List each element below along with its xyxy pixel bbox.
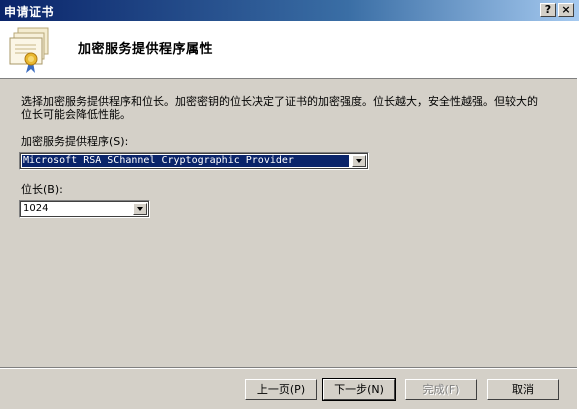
certificate-icon [9, 27, 49, 73]
window-title: 申请证书 [4, 5, 55, 19]
page-heading: 加密服务提供程序属性 [78, 42, 214, 57]
bit-length-label: 位长(B): [21, 183, 63, 196]
bit-length-dropdown[interactable]: 1024 [19, 200, 150, 218]
title-bar[interactable]: 申请证书 ? × [0, 0, 579, 21]
chevron-down-icon[interactable] [352, 155, 366, 167]
divider [0, 368, 579, 369]
next-button[interactable]: 下一步(N) [322, 378, 396, 401]
description-text: 选择加密服务提供程序和位长。加密密钥的位长决定了证书的加密强度。位长越大，安全性… [21, 95, 538, 121]
close-button[interactable]: × [558, 3, 574, 17]
wizard-header: 加密服务提供程序属性 [0, 21, 579, 79]
csp-dropdown[interactable]: Microsoft RSA SChannel Cryptographic Pro… [19, 152, 369, 170]
csp-label: 加密服务提供程序(S): [21, 135, 129, 148]
cancel-button[interactable]: 取消 [487, 379, 559, 400]
back-button[interactable]: 上一页(P) [245, 379, 317, 400]
bit-length-value: 1024 [23, 203, 49, 214]
finish-button[interactable]: 完成(F) [405, 379, 477, 400]
chevron-down-icon[interactable] [133, 203, 147, 215]
help-button[interactable]: ? [540, 3, 556, 17]
csp-selected-value: Microsoft RSA SChannel Cryptographic Pro… [22, 155, 349, 167]
